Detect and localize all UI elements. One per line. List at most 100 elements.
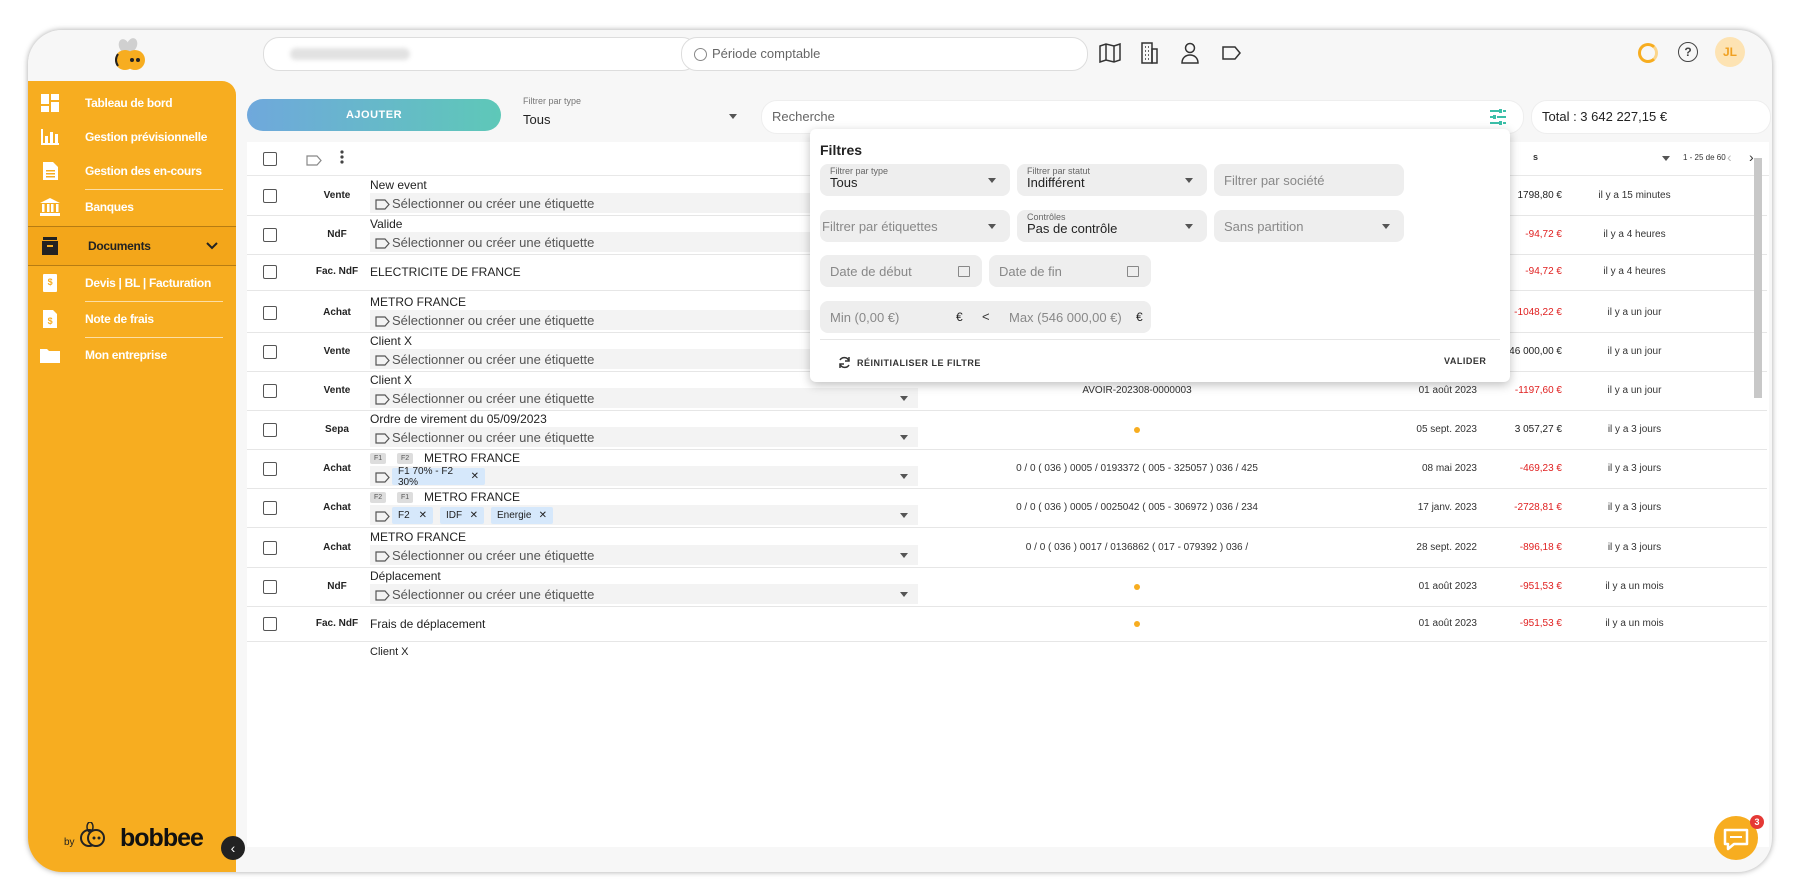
row-checkbox[interactable] [263,345,277,359]
map-icon[interactable] [1099,42,1121,64]
chevron-down-icon[interactable] [900,435,908,440]
sidebar-item-invoicing[interactable]: $ Devis | BL | Facturation [28,264,236,302]
table-row[interactable]: Fac. NdF Frais de déplacement 01 août 2023… [247,607,1767,642]
chevron-down-icon[interactable] [900,553,908,558]
row-checkbox[interactable] [263,541,277,555]
tag-select[interactable]: Sélectionner ou créer une étiquette [370,427,918,447]
reset-filter-button[interactable]: RÉINITIALISER LE FILTRE [838,356,981,369]
tag-select[interactable]: Sélectionner ou créer une étiquette [370,545,918,565]
collapse-sidebar-button[interactable]: ‹ [221,836,245,860]
document-title[interactable]: Déplacement [370,569,441,583]
sidebar-item-expenses[interactable]: $ Note de frais [28,300,236,338]
building-icon[interactable] [1138,42,1160,64]
tag-chip[interactable]: F1 70% - F2 30% ✕ [392,466,485,488]
table-row[interactable]: Achat F1 F2 METRO FRANCE F1 70% - F2 30% ✕ 0 /… [247,449,1767,489]
document-title[interactable]: Client X [370,373,412,387]
close-icon[interactable]: ✕ [419,510,427,521]
table-row[interactable]: Achat METRO FRANCE Sélectionner ou créer u… [247,528,1767,568]
row-checkbox[interactable] [263,189,277,203]
row-checkbox[interactable] [263,423,277,437]
row-checkbox[interactable] [263,501,277,515]
row-checkbox[interactable] [263,306,277,320]
avatar[interactable]: JL [1715,37,1745,67]
chevron-down-icon[interactable] [900,396,908,401]
filter-company-input[interactable]: Filtrer par société [1214,164,1404,196]
filter-tags-select[interactable]: Filtrer par étiquettes [820,210,1010,242]
period-selector[interactable]: Période comptable [681,37,1088,71]
scrollbar-thumb[interactable] [1754,158,1762,398]
row-checkbox[interactable] [263,384,277,398]
sort-header[interactable]: s [1533,152,1538,162]
row-checkbox[interactable] [263,462,277,476]
bee-logo-icon[interactable] [110,36,150,72]
sidebar-item-outstanding[interactable]: Gestion des en-cours [28,152,236,190]
company-name-blurred [290,48,410,60]
row-checkbox[interactable] [263,265,277,279]
more-vert-icon[interactable] [340,150,344,169]
table-row[interactable]: Sepa Ordre de virement du 05/09/2023 Sélec… [247,410,1767,450]
validate-filter-button[interactable]: VALIDER [1444,356,1486,366]
calendar-icon[interactable] [958,266,970,277]
sidebar-item-dashboard[interactable]: Tableau de bord [28,84,236,122]
table-row[interactable]: Achat F2 F1 METRO FRANCE F2 ✕ IDF ✕ Energie ✕ 0 / … [247,488,1767,528]
tag-select[interactable]: F1 70% - F2 30% ✕ [370,466,918,488]
row-checkbox[interactable] [263,228,277,242]
document-title[interactable]: Frais de déplacement [370,617,485,631]
calendar-icon[interactable] [1127,266,1139,277]
scrollbar[interactable] [1753,154,1763,664]
document-title[interactable]: METRO FRANCE [370,530,466,544]
filter-type-select[interactable]: Filtrer par type Tous [513,96,751,132]
document-title[interactable]: New event [370,178,427,192]
document-title[interactable]: Client X [370,646,409,658]
chevron-left-icon[interactable]: ‹ [1727,149,1732,165]
document-title[interactable]: METRO FRANCE [370,295,466,309]
sidebar-item-company[interactable]: Mon entreprise [28,336,236,374]
end-date-input[interactable]: Date de fin [989,255,1151,287]
filter-partition-select[interactable]: Sans partition [1214,210,1404,242]
start-date-input[interactable]: Date de début [820,255,982,287]
document-title[interactable]: ELECTRICITE DE FRANCE [370,265,521,279]
sidebar-item-banks[interactable]: Banques [28,188,236,226]
close-icon[interactable]: ✕ [471,471,479,482]
tag-select[interactable]: Sélectionner ou créer une étiquette [370,584,918,604]
status-dot [1134,621,1140,627]
filter-settings-icon[interactable] [1489,108,1507,126]
filter-type-select[interactable]: Filtrer par type Tous [820,164,1010,196]
amount-range-input[interactable]: Min (0,00 €) € < Max (546 000,00 €) € [820,301,1151,333]
select-all-checkbox[interactable] [263,152,277,166]
tag-select[interactable]: Sélectionner ou créer une étiquette [370,388,918,408]
sidebar-item-documents[interactable]: Documents [28,226,236,266]
label-icon[interactable] [1221,42,1243,64]
company-selector[interactable] [263,37,698,71]
document-title[interactable]: Valide [370,217,402,231]
tag-chip[interactable]: F2 ✕ [392,507,433,524]
document-type: Fac. NdF [315,618,359,629]
tag-chip[interactable]: IDF ✕ [440,507,484,524]
chevron-down-icon[interactable] [206,239,218,253]
document-type: Vente [323,385,351,396]
row-checkbox[interactable] [263,617,277,631]
close-icon[interactable]: ✕ [470,510,478,521]
chevron-down-icon[interactable] [900,513,908,518]
filter-status-select[interactable]: Filtrer par statut Indifférent [1017,164,1207,196]
tag-select[interactable]: F2 ✕ IDF ✕ Energie ✕ [370,505,918,525]
document-title[interactable]: METRO FRANCE [424,490,520,504]
document-type: Achat [323,307,351,318]
chevron-down-icon[interactable] [900,474,908,479]
close-icon[interactable]: ✕ [539,510,547,521]
row-checkbox[interactable] [263,580,277,594]
tag-chip[interactable]: Energie ✕ [491,507,553,524]
document-title[interactable]: METRO FRANCE [424,451,520,465]
label-icon[interactable] [306,153,322,171]
label-icon [375,236,390,254]
add-button[interactable]: AJOUTER [247,99,501,131]
chevron-down-icon[interactable] [1662,156,1670,161]
document-title[interactable]: Client X [370,334,412,348]
filter-controls-select[interactable]: Contrôles Pas de contrôle [1017,210,1207,242]
help-icon[interactable]: ? [1678,42,1698,62]
document-title[interactable]: Ordre de virement du 05/09/2023 [370,412,547,426]
sidebar-item-forecast[interactable]: Gestion prévisionnelle [28,118,236,156]
user-icon[interactable] [1179,42,1201,64]
table-row[interactable]: NdF Déplacement Sélectionner ou créer une … [247,567,1767,607]
chevron-down-icon[interactable] [900,592,908,597]
